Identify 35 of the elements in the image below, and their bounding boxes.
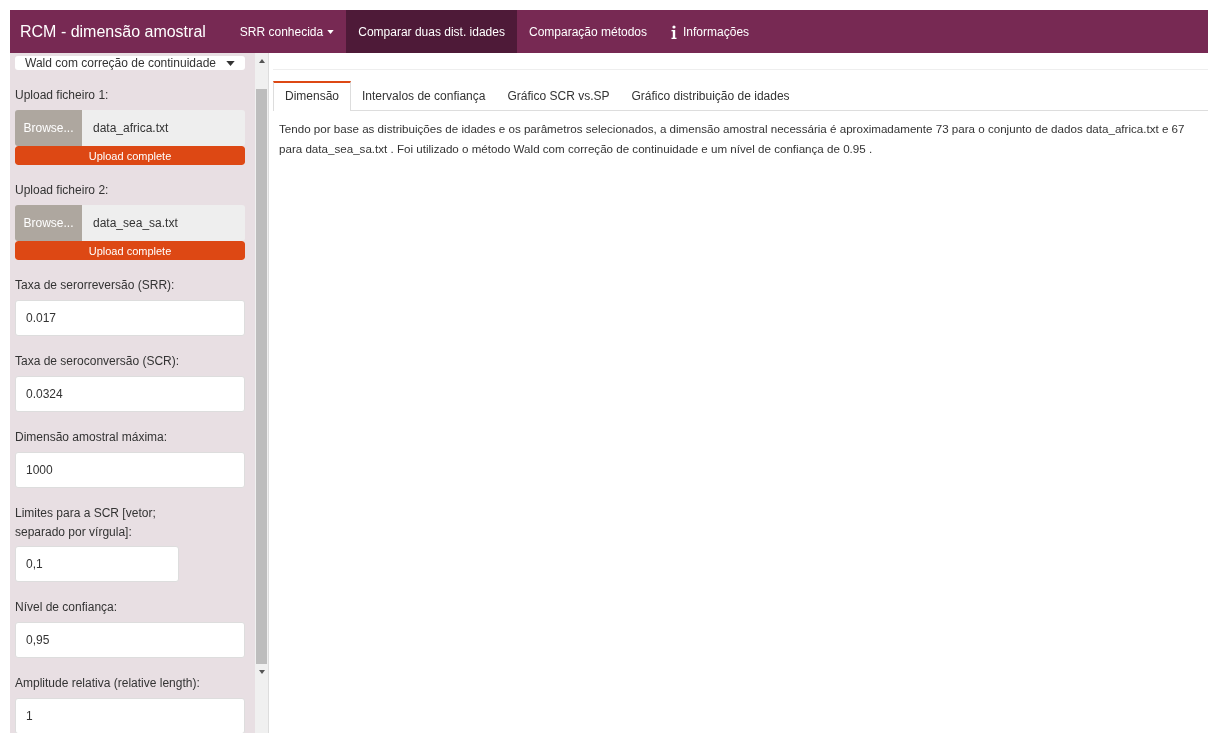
nav-tab[interactable]: Comparar duas dist. idades	[346, 10, 517, 53]
field-label: Dimensão amostral máxima:	[15, 429, 169, 446]
tab[interactable]: Gráfico SCR vs.SP	[496, 81, 621, 110]
nav-tab[interactable]: SRR conhecida	[227, 10, 347, 53]
input-field[interactable]: 1	[15, 698, 245, 733]
scroll-down-icon[interactable]	[258, 670, 265, 674]
file-name-field[interactable]: data_africa.txt	[82, 110, 245, 146]
field-label: Upload ficheiro 2:	[15, 182, 110, 199]
caret-icon	[226, 60, 235, 66]
file-name-field[interactable]: data_sea_sa.txt	[82, 205, 245, 241]
scroll-up-icon[interactable]	[258, 59, 265, 63]
upload-progress-bar: Upload complete	[15, 146, 245, 165]
input-field[interactable]: 0,1	[15, 546, 179, 582]
field-label: Taxa de serorreversão (SRR):	[15, 277, 176, 294]
method-select[interactable]: Wald com correção de continuidade	[15, 56, 245, 70]
field-label: Taxa de seroconversão (SCR):	[15, 353, 181, 370]
nav-tab[interactable]: Comparação métodos	[516, 10, 660, 53]
scrollbar[interactable]	[255, 53, 268, 733]
caret-icon	[327, 29, 335, 34]
input-field[interactable]: 0.0324	[15, 376, 245, 412]
field-label: Amplitude relativa (relative length):	[15, 675, 201, 692]
field-label: Upload ficheiro 1:	[15, 87, 110, 104]
nav-tab[interactable]: Informações	[659, 10, 762, 53]
tab[interactable]: Dimensão	[273, 81, 352, 111]
tab[interactable]: Gráfico distribuição de idades	[620, 81, 801, 110]
app-title[interactable]: RCM - dimensão amostral	[10, 10, 228, 53]
field-label: Nível de confiança:	[15, 599, 119, 616]
tab[interactable]: Intervalos de confiança	[351, 81, 497, 110]
input-field[interactable]: 1000	[15, 452, 245, 488]
input-field[interactable]: 0.017	[15, 300, 245, 336]
input-field[interactable]: 0,95	[15, 622, 245, 658]
result-text: Tendo por base as distribuições de idades e os parâmetros selecionados, a dimensão amostral necessária é aproximadamente 73 para o conjunto de dados data_africa.txt e 67 para data_sea_sa.txt . Foi utilizado o método Wald com correção de continuidade e um nível de confiança de 0.95 .	[278, 121, 1186, 157]
info-icon	[671, 24, 678, 39]
field-label: Limites para a SCR [vetor; separado por vírgula]:	[15, 505, 157, 541]
upload-progress-bar: Upload complete	[15, 241, 245, 260]
